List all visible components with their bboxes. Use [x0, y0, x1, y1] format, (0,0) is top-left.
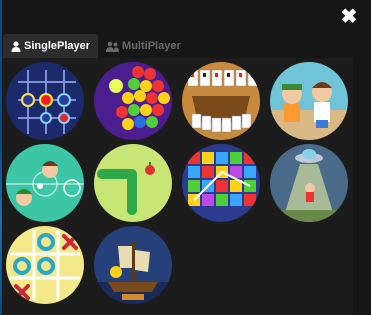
user-icon	[11, 40, 21, 52]
game-thumbnail-connect[interactable]	[6, 62, 84, 140]
game-picker-panel: ✖ SinglePlayer MultiPlayer	[0, 0, 371, 315]
game-thumbnail-hockey[interactable]	[6, 144, 84, 222]
games-grid	[3, 58, 353, 315]
player-mode-tabs: SinglePlayer MultiPlayer	[3, 34, 189, 58]
game-thumbnail-solitaire[interactable]	[182, 62, 260, 140]
game-thumbnail-kids[interactable]	[270, 62, 348, 140]
game-thumbnail-bubble[interactable]	[94, 62, 172, 140]
users-icon	[106, 41, 120, 52]
tab-multiplayer[interactable]: MultiPlayer	[98, 34, 189, 58]
game-thumbnail-tictactoe[interactable]	[6, 226, 84, 304]
game-thumbnail-snake[interactable]	[94, 144, 172, 222]
game-thumbnail-pirate[interactable]	[94, 226, 172, 304]
tab-label: MultiPlayer	[122, 40, 181, 52]
game-thumbnail-gems[interactable]	[182, 144, 260, 222]
game-thumbnail-ufo[interactable]	[270, 144, 348, 222]
background-edge	[0, 0, 2, 315]
close-icon[interactable]: ✖	[338, 6, 360, 28]
tab-label: SinglePlayer	[24, 40, 91, 52]
tab-singleplayer[interactable]: SinglePlayer	[3, 34, 99, 58]
